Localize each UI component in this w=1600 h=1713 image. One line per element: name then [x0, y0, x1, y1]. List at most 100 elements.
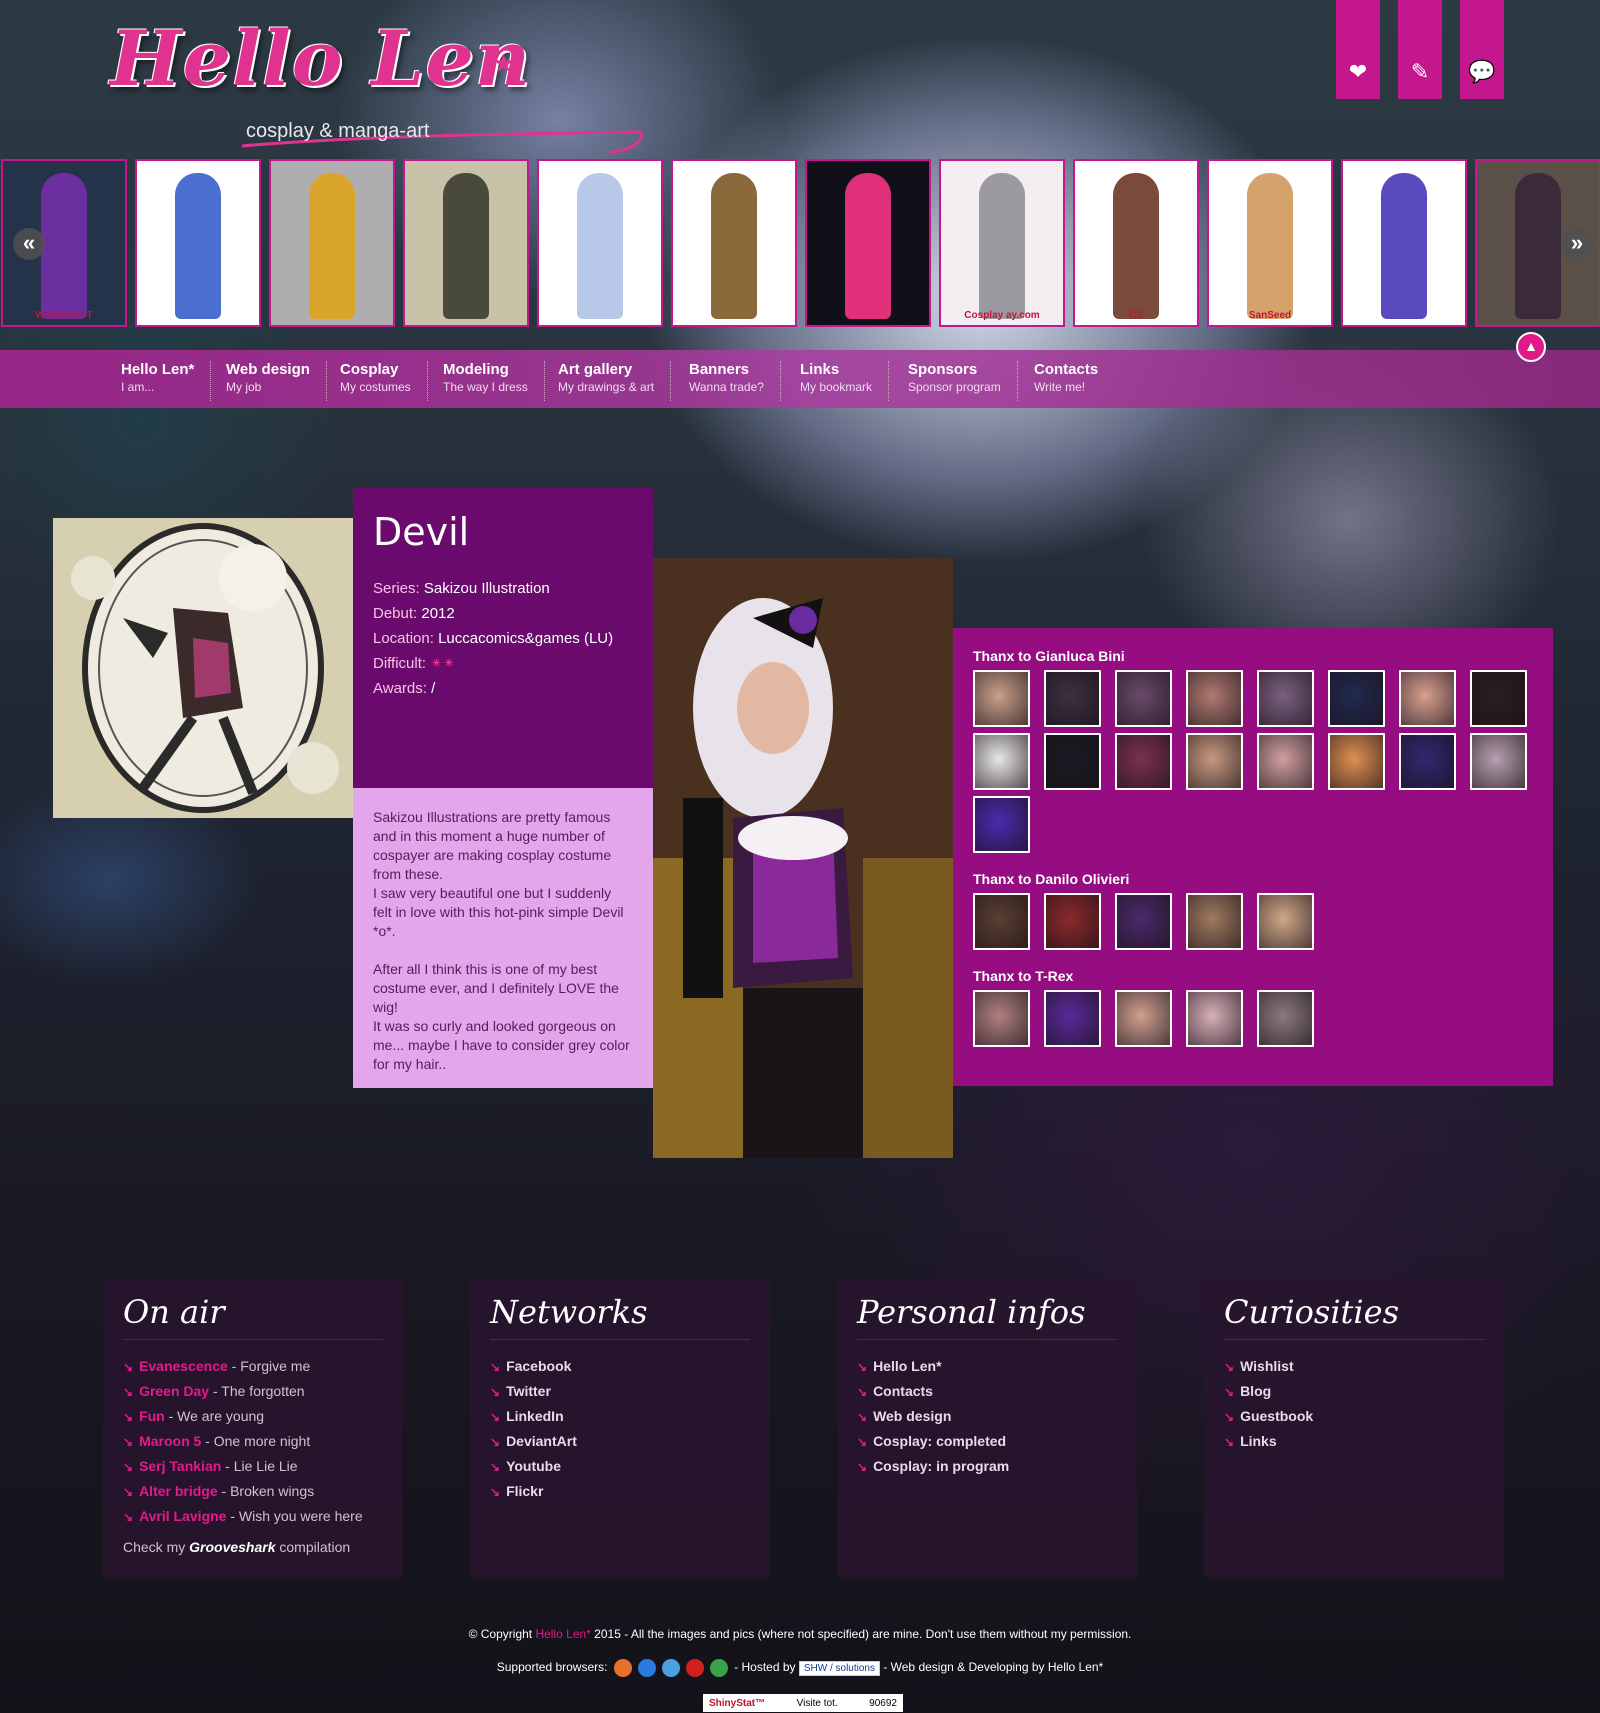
footer-link[interactable]: ↘ Web design: [857, 1404, 1117, 1429]
photo-thumbnail[interactable]: [1399, 670, 1456, 727]
footer-link[interactable]: ↘ Alter bridge - Broken wings: [123, 1479, 383, 1504]
carousel-thumb[interactable]: [403, 159, 529, 327]
copyright-prefix: © Copyright: [468, 1627, 536, 1641]
footer-link[interactable]: ↘ Youtube: [490, 1454, 750, 1479]
footer-link[interactable]: ↘ Green Day - The forgotten: [123, 1379, 383, 1404]
nav-item-cosplay[interactable]: Cosplay My costumes: [340, 361, 428, 401]
photo-thumbnail[interactable]: [973, 990, 1030, 1047]
designer-link[interactable]: Hello Len*: [1048, 1660, 1103, 1674]
costume-info-panel: Devil Series: Sakizou Illustration Debut:…: [353, 488, 653, 788]
photo-thumbnail[interactable]: [1257, 893, 1314, 950]
footer-link[interactable]: ↘ Links: [1224, 1429, 1484, 1454]
photo-thumbnail[interactable]: [1186, 733, 1243, 790]
footer-link[interactable]: ↘ Flickr: [490, 1479, 750, 1504]
photo-thumbnail[interactable]: [1186, 990, 1243, 1047]
nav-item-hello-len[interactable]: Hello Len* I am...: [121, 361, 212, 401]
hosting-badge-link[interactable]: SHW / solutions: [798, 1660, 880, 1676]
photo-thumbnail[interactable]: [1044, 670, 1101, 727]
photo-thumbnail[interactable]: [1044, 893, 1101, 950]
photo-thumbnail[interactable]: [1044, 733, 1101, 790]
footer-link[interactable]: ↘ Blog: [1224, 1379, 1484, 1404]
nav-item-title: Hello Len*: [121, 361, 195, 378]
carousel-thumb[interactable]: [537, 159, 663, 327]
footer-link[interactable]: ↘ Twitter: [490, 1379, 750, 1404]
photo-thumbnail[interactable]: [973, 796, 1030, 853]
thumb-figure: [577, 173, 623, 319]
photo-thumbnail[interactable]: [1115, 733, 1172, 790]
carousel-next-button[interactable]: »: [1561, 228, 1593, 260]
footer-link[interactable]: ↘ Cosplay: completed: [857, 1429, 1117, 1454]
photo-thumbnail[interactable]: [973, 670, 1030, 727]
photo-thumbnail[interactable]: [973, 733, 1030, 790]
photo-thumbnail[interactable]: [1257, 733, 1314, 790]
note-suffix: compilation: [275, 1539, 351, 1555]
photo-thumbnail[interactable]: [1115, 670, 1172, 727]
nav-item-art-gallery[interactable]: Art gallery My drawings & art: [558, 361, 672, 401]
carousel-thumb[interactable]: [805, 159, 931, 327]
nav-item-web-design[interactable]: Web design My job: [226, 361, 327, 401]
photo-thumbnail[interactable]: [1186, 893, 1243, 950]
main-nav: Hello Len* I am... Web design My job Cosplay…: [0, 350, 1600, 408]
footer-link[interactable]: ↘ LinkedIn: [490, 1404, 750, 1429]
nav-item-links[interactable]: Links My bookmark: [800, 361, 890, 401]
nav-item-subtitle: Write me!: [1034, 380, 1086, 394]
footer-link[interactable]: ↘ Guestbook: [1224, 1404, 1484, 1429]
scroll-up-button[interactable]: ▲: [1516, 332, 1546, 362]
photo-thumbnail[interactable]: [1470, 733, 1527, 790]
copyright-brand-link[interactable]: Hello Len*: [535, 1627, 590, 1641]
carousel-prev-button[interactable]: «: [13, 228, 45, 260]
photo-thumbnail[interactable]: [1257, 990, 1314, 1047]
footer-link-label: Cosplay: in program: [873, 1458, 1010, 1474]
carousel-thumb[interactable]: [671, 159, 797, 327]
pencil-icon[interactable]: ✎: [1398, 0, 1442, 99]
footer-link[interactable]: ↘ Facebook: [490, 1354, 750, 1379]
photo-thumbnail[interactable]: [1328, 670, 1385, 727]
nav-item-sponsors[interactable]: Sponsors Sponsor program: [908, 361, 1018, 401]
detail-value: 2012: [421, 605, 455, 622]
photo-thumbnail[interactable]: [1115, 990, 1172, 1047]
visit-counter[interactable]: ShinyStat™ Visite tot. 90692: [703, 1694, 903, 1712]
nav-item-subtitle: My drawings & art: [558, 380, 655, 394]
nav-item-subtitle: My costumes: [340, 380, 411, 394]
grooveshark-link[interactable]: Grooveshark: [189, 1539, 275, 1555]
footer-link[interactable]: ↘ DeviantArt: [490, 1429, 750, 1454]
photo-thumbnail[interactable]: [1115, 893, 1172, 950]
photo-thumbnail[interactable]: [1044, 990, 1101, 1047]
footer-link[interactable]: ↘ Hello Len*: [857, 1354, 1117, 1379]
photo-thumbnail[interactable]: [973, 893, 1030, 950]
arrow-icon: ↘: [490, 1385, 501, 1399]
carousel-thumb[interactable]: SanSeed: [1207, 159, 1333, 327]
carousel-thumb[interactable]: [135, 159, 261, 327]
design-label: - Web design & Developing by: [879, 1660, 1048, 1675]
photo-thumbnail[interactable]: [1257, 670, 1314, 727]
footer-link[interactable]: ↘ Avril Lavigne - Wish you were here: [123, 1504, 383, 1529]
photo-thumbnail[interactable]: [1186, 670, 1243, 727]
thumb-figure: [711, 173, 757, 319]
footer-link[interactable]: ↘ Wishlist: [1224, 1354, 1484, 1379]
nav-item-contacts[interactable]: Contacts Write me!: [1034, 361, 1114, 401]
carousel-thumb[interactable]: [1341, 159, 1467, 327]
site-logo[interactable]: Hello Len ★ cosplay & manga-art: [100, 8, 643, 154]
photo-thumbnail[interactable]: [1470, 670, 1527, 727]
carousel-thumb[interactable]: Cosplay ay.com: [939, 159, 1065, 327]
detail-row: Series: Sakizou Illustration: [373, 576, 633, 601]
nav-item-banners[interactable]: Banners Wanna trade?: [689, 361, 781, 401]
footer-link[interactable]: ↘ Cosplay: in program: [857, 1454, 1117, 1479]
footer-link[interactable]: ↘ Contacts: [857, 1379, 1117, 1404]
nav-item-modeling[interactable]: Modeling The way I dress: [443, 361, 545, 401]
footer-box-networks: Networks ↘ Facebook ↘ Twitter ↘ LinkedIn ↘ Devia…: [470, 1279, 770, 1577]
chat-icon[interactable]: 💬: [1460, 0, 1504, 99]
detail-key: Difficult:: [373, 655, 427, 672]
footer-link[interactable]: ↘ Fun - We are young: [123, 1404, 383, 1429]
footer-link[interactable]: ↘ Serj Tankian - Lie Lie Lie: [123, 1454, 383, 1479]
nav-item-title: Links: [800, 361, 840, 378]
photo-thumbnail[interactable]: [1399, 733, 1456, 790]
footer-link[interactable]: ↘ Evanescence - Forgive me: [123, 1354, 383, 1379]
heart-icon[interactable]: ❤: [1336, 0, 1380, 99]
footer-link[interactable]: ↘ Maroon 5 - One more night: [123, 1429, 383, 1454]
photo-thumbnail[interactable]: [1328, 733, 1385, 790]
nav-item-subtitle: Wanna trade?: [689, 380, 764, 394]
carousel-thumb[interactable]: CS: [1073, 159, 1199, 327]
carousel-thumb[interactable]: [269, 159, 395, 327]
detail-key: Debut:: [373, 605, 418, 622]
